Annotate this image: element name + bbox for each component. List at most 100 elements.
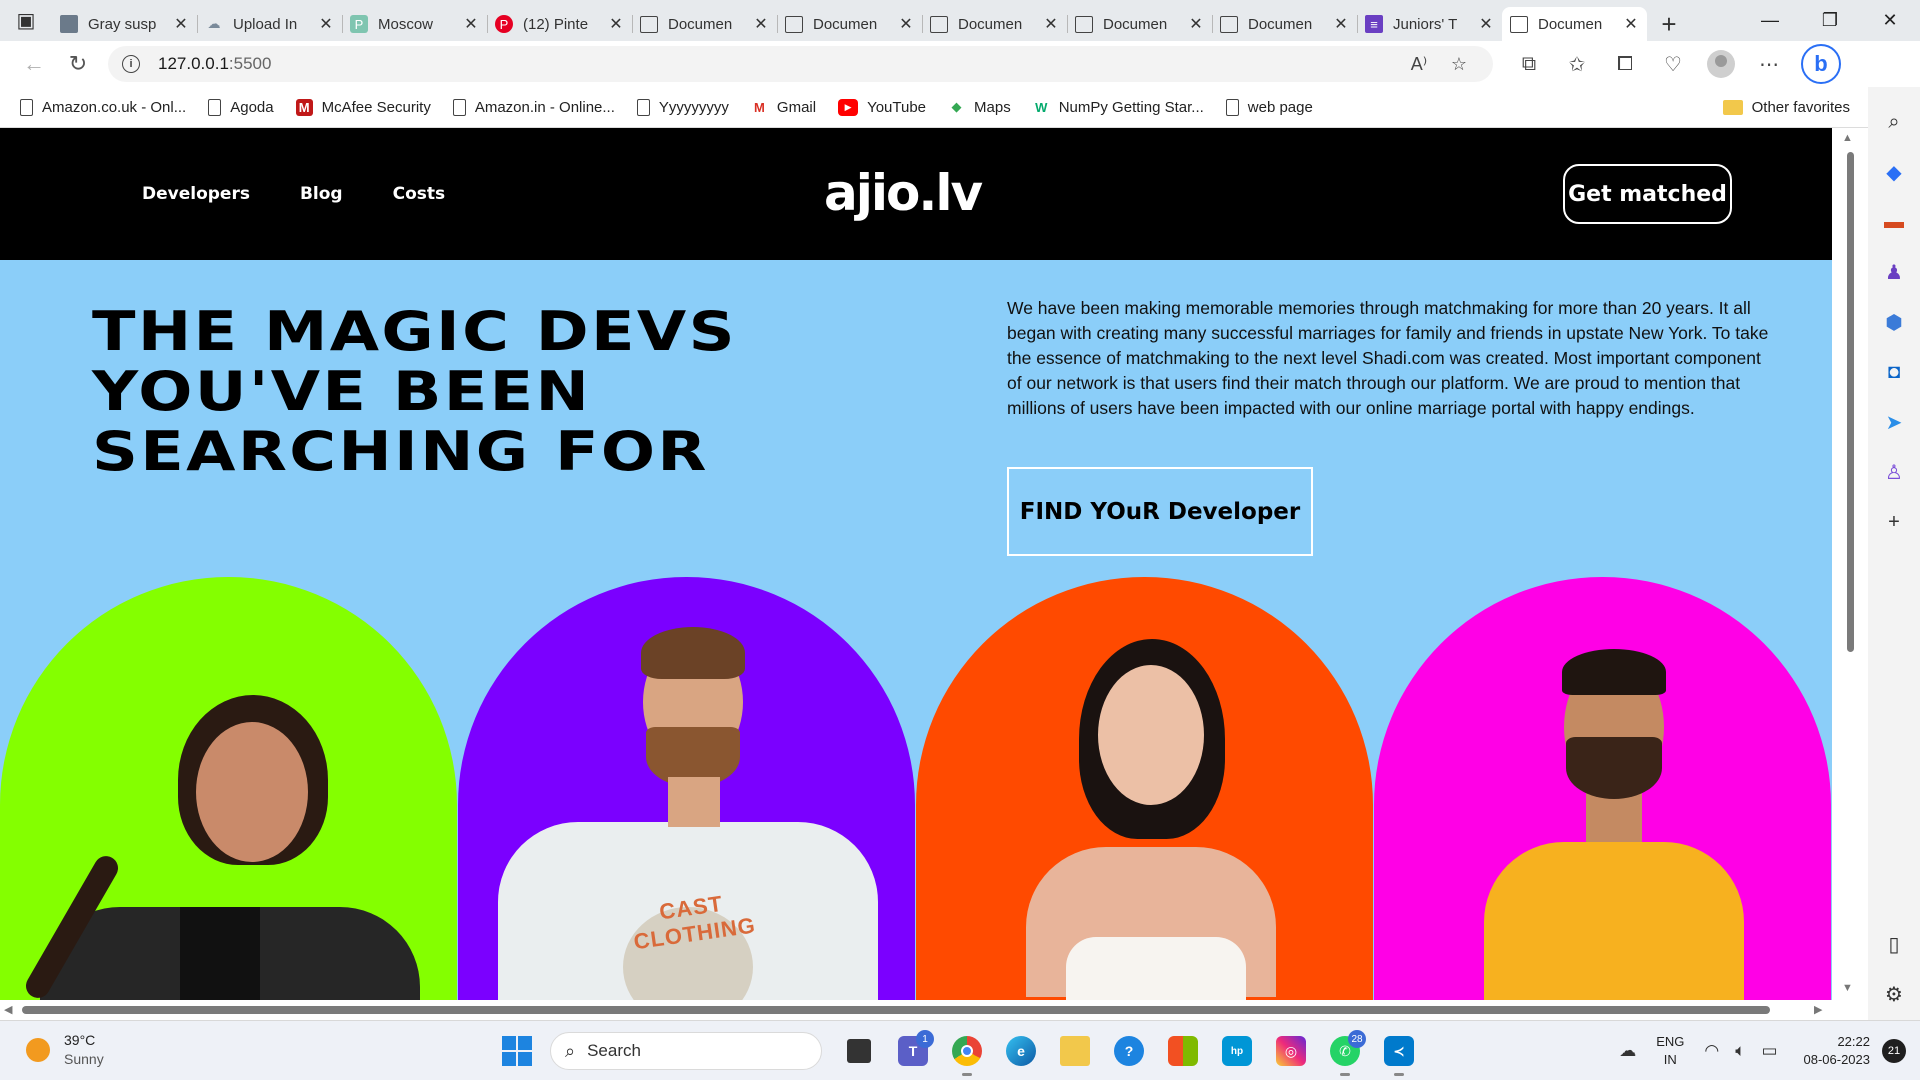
windows-start-icon[interactable] — [498, 1032, 536, 1070]
scroll-down-icon[interactable]: ▼ — [1842, 982, 1853, 994]
task-view-icon[interactable] — [832, 1030, 886, 1072]
bookmark-web-page[interactable]: web page — [1225, 98, 1313, 116]
nav-link-blog[interactable]: Blog — [300, 184, 343, 204]
drop-icon[interactable]: ➤ — [1876, 404, 1912, 440]
instagram-icon[interactable]: ◎ — [1264, 1030, 1318, 1072]
close-icon[interactable]: ✕ — [318, 14, 334, 34]
get-matched-button[interactable]: Get matched — [1563, 164, 1732, 224]
new-tab-button[interactable]: + — [1647, 7, 1691, 41]
bookmark-mcafee[interactable]: M McAfee Security — [295, 98, 431, 116]
read-aloud-icon[interactable]: A⁾ — [1399, 54, 1439, 75]
nav-link-developers[interactable]: Developers — [142, 184, 250, 204]
bookmark-numpy[interactable]: W NumPy Getting Star... — [1033, 99, 1204, 116]
horizontal-scrollbar[interactable]: ◀ ▶ — [0, 1000, 1832, 1020]
store-icon[interactable] — [1156, 1030, 1210, 1072]
onedrive-icon[interactable]: ☁ — [1619, 1041, 1636, 1061]
back-arrow-icon[interactable]: ← — [12, 46, 56, 82]
close-icon[interactable]: ✕ — [1333, 14, 1349, 34]
whatsapp-icon[interactable]: ✆ 28 — [1318, 1030, 1372, 1076]
browser-tab[interactable]: P Moscow ✕ — [342, 7, 487, 41]
games-icon[interactable]: ♟ — [1876, 254, 1912, 290]
scroll-right-icon[interactable]: ▶ — [1814, 1003, 1822, 1016]
refresh-icon[interactable]: ↻ — [56, 46, 100, 82]
scroll-left-icon[interactable]: ◀ — [4, 1003, 12, 1016]
browser-tab[interactable]: Documen ✕ — [632, 7, 777, 41]
bookmark-yyyy[interactable]: Yyyyyyyyy — [636, 98, 729, 116]
volume-icon[interactable]: 🔈︎ — [1735, 1041, 1745, 1061]
add-icon[interactable]: + — [1876, 504, 1912, 540]
battery-icon[interactable]: ▭ — [1761, 1041, 1777, 1061]
myhp-icon[interactable]: hp — [1210, 1030, 1264, 1072]
browser-tab[interactable]: Documen ✕ — [1212, 7, 1357, 41]
info-icon[interactable]: i — [122, 55, 140, 73]
close-icon[interactable]: ✕ — [1478, 14, 1494, 34]
shopping-tag-icon[interactable]: ◆ — [1876, 154, 1912, 190]
outlook-icon[interactable]: ◘ — [1876, 354, 1912, 390]
browser-tab[interactable]: P (12) Pinte ✕ — [487, 7, 632, 41]
favorites-icon[interactable]: ✩ — [1553, 46, 1601, 82]
bookmark-youtube[interactable]: ▶ YouTube — [838, 98, 926, 116]
collections-icon[interactable]: ⧠ — [1601, 46, 1649, 82]
weather-widget[interactable]: 39°C Sunny — [26, 1031, 104, 1069]
developer-card[interactable]: CAST CLOTHING — [458, 577, 915, 1000]
bookmark-gmail[interactable]: M Gmail — [751, 99, 816, 116]
nav-link-costs[interactable]: Costs — [393, 184, 446, 204]
taskbar-search[interactable]: ⌕ Search — [550, 1032, 822, 1070]
file-explorer-icon[interactable] — [1048, 1030, 1102, 1072]
bookmark-amazon-in[interactable]: Amazon.in - Online... — [452, 98, 615, 116]
favorite-star-icon[interactable]: ☆ — [1439, 54, 1479, 75]
url-input[interactable]: i 127.0.0.1:5500 A⁾ ☆ — [108, 46, 1493, 82]
language-indicator[interactable]: ENG IN — [1656, 1033, 1684, 1069]
browser-tab[interactable]: Documen ✕ — [922, 7, 1067, 41]
scroll-up-icon[interactable]: ▲ — [1842, 132, 1853, 144]
browser-tab[interactable]: Documen ✕ — [777, 7, 922, 41]
profile-button[interactable] — [1697, 46, 1745, 82]
sidebar-panel-icon[interactable]: ▯ — [1876, 926, 1912, 962]
browser-tab[interactable]: Documen ✕ — [1067, 7, 1212, 41]
close-icon[interactable]: ✕ — [463, 14, 479, 34]
designer-icon[interactable]: ♙ — [1876, 454, 1912, 490]
developer-card[interactable] — [1374, 577, 1831, 1000]
browser-tab[interactable]: Gray susp ✕ — [52, 7, 197, 41]
search-icon[interactable]: ⌕ — [1876, 104, 1912, 140]
close-icon[interactable]: ✕ — [898, 14, 914, 34]
bing-chat-icon[interactable]: b — [1801, 44, 1841, 84]
browser-tab-active[interactable]: Documen ✕ — [1502, 7, 1647, 41]
vertical-scroll-thumb[interactable] — [1847, 152, 1854, 652]
close-window-icon[interactable]: ✕ — [1860, 0, 1920, 41]
restore-icon[interactable]: ❐ — [1800, 0, 1860, 41]
vertical-scrollbar[interactable]: ▲ ▼ — [1832, 128, 1868, 1000]
extensions-icon[interactable]: ⧉ — [1505, 46, 1553, 82]
bookmark-amazon-uk[interactable]: Amazon.co.uk - Onl... — [20, 98, 186, 116]
more-options-icon[interactable]: ⋯ — [1745, 46, 1793, 82]
horizontal-scroll-thumb[interactable] — [22, 1006, 1770, 1014]
browser-essentials-icon[interactable]: ♡ — [1649, 46, 1697, 82]
browser-tab[interactable]: ≡ Juniors' T ✕ — [1357, 7, 1502, 41]
close-icon[interactable]: ✕ — [608, 14, 624, 34]
find-developer-button[interactable]: FIND YOuR Developer — [1007, 467, 1313, 556]
developer-card[interactable] — [916, 577, 1373, 1000]
notification-badge[interactable]: 21 — [1882, 1039, 1906, 1063]
tools-icon[interactable]: ▬ — [1876, 204, 1912, 240]
other-favorites[interactable]: Other favorites — [1722, 99, 1850, 116]
bookmark-maps[interactable]: ◆ Maps — [948, 99, 1011, 116]
site-logo[interactable]: ajio.lv — [824, 164, 983, 222]
clock[interactable]: 22:22 08-06-2023 — [1804, 1033, 1871, 1069]
edge-icon[interactable]: e — [994, 1030, 1048, 1072]
browser-tab[interactable]: ☁ Upload In ✕ — [197, 7, 342, 41]
developer-card[interactable] — [0, 577, 457, 1000]
close-icon[interactable]: ✕ — [1043, 14, 1059, 34]
vscode-icon[interactable]: ≺ — [1372, 1030, 1426, 1076]
teams-icon[interactable]: T1 — [886, 1030, 940, 1072]
bookmark-agoda[interactable]: Agoda — [208, 98, 274, 116]
workspaces-icon[interactable]: ▣ — [0, 0, 52, 41]
url-text[interactable]: 127.0.0.1:5500 — [158, 54, 1399, 74]
close-icon[interactable]: ✕ — [173, 14, 189, 34]
help-icon[interactable]: ? — [1102, 1030, 1156, 1072]
settings-gear-icon[interactable]: ⚙ — [1876, 976, 1912, 1012]
wifi-icon[interactable]: ◠ — [1704, 1041, 1719, 1061]
close-icon[interactable]: ✕ — [1188, 14, 1204, 34]
close-icon[interactable]: ✕ — [753, 14, 769, 34]
close-icon[interactable]: ✕ — [1623, 14, 1639, 34]
microsoft-365-icon[interactable]: ⬢ — [1876, 304, 1912, 340]
